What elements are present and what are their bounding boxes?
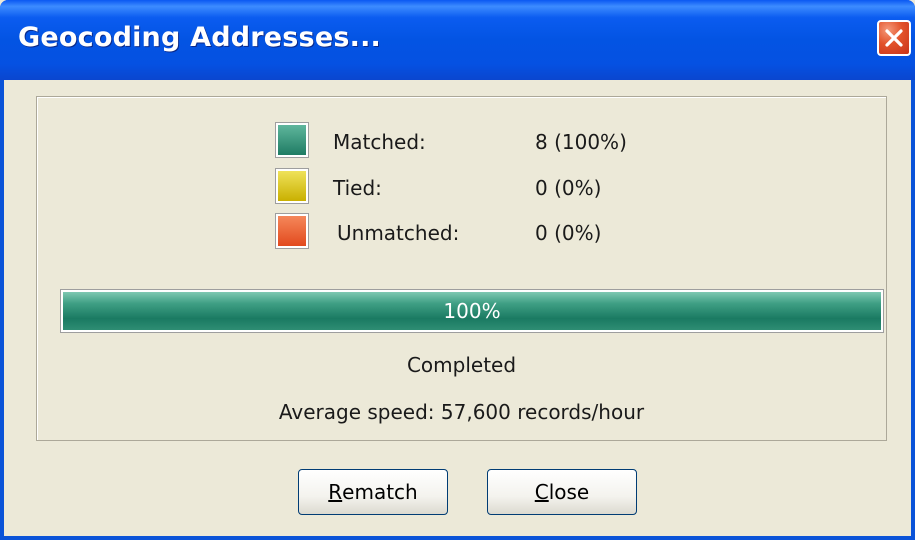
tied-swatch	[275, 168, 309, 204]
rematch-label: ematch	[342, 480, 418, 504]
close-button[interactable]: Close	[487, 469, 637, 515]
matched-label: Matched:	[333, 130, 426, 154]
matched-value: 8 (100%)	[535, 130, 627, 154]
results-panel: Matched: 8 (100%) Tied: 0 (0%) Unmatched…	[36, 96, 887, 441]
progress-percent: 100%	[443, 299, 501, 323]
close-accelerator: C	[534, 480, 549, 504]
title-bar[interactable]: Geocoding Addresses...	[0, 0, 915, 80]
unmatched-value: 0 (0%)	[535, 221, 602, 245]
close-label: lose	[548, 480, 590, 504]
unmatched-swatch	[275, 213, 309, 249]
status-text: Completed	[406, 353, 517, 377]
close-window-button[interactable]	[877, 20, 911, 56]
window-title: Geocoding Addresses...	[18, 22, 381, 53]
matched-swatch	[275, 122, 309, 158]
average-speed-text: Average speed: 57,600 records/hour	[278, 400, 645, 424]
rematch-accelerator: R	[328, 480, 343, 504]
rematch-button[interactable]: Rematch	[298, 469, 448, 515]
progress-fill: 100%	[63, 292, 881, 330]
close-icon	[885, 29, 903, 47]
progress-bar: 100%	[60, 289, 884, 333]
unmatched-label: Unmatched:	[337, 221, 460, 245]
geocoding-dialog: Geocoding Addresses... Matched: 8 (100%)…	[0, 0, 915, 540]
tied-value: 0 (0%)	[535, 176, 602, 200]
tied-label: Tied:	[333, 176, 382, 200]
